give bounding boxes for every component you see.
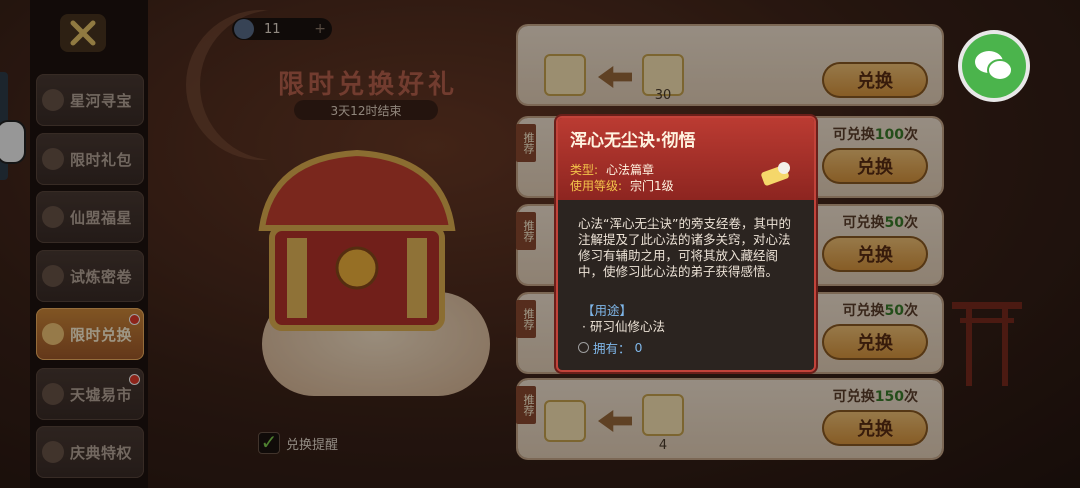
sidebar-item-label: 天墟易市 xyxy=(70,385,133,404)
exchange-remind-toggle[interactable]: ✓ 兑换提醒 xyxy=(258,432,338,454)
currency-counter[interactable]: 11 + xyxy=(232,18,332,40)
notification-dot xyxy=(129,314,140,325)
notification-dot xyxy=(129,374,140,385)
exchange-limit: 可兑换50次 xyxy=(842,215,918,231)
game-screen: 星河寻宝 限时礼包 仙盟福星 试炼密卷 限时兑换 天墟易市 庆典特权 11 + … xyxy=(0,0,1080,488)
event-timer: 3天12时结束 xyxy=(294,100,438,120)
cost-slot[interactable] xyxy=(642,394,684,436)
recommend-tag: 推荐 xyxy=(516,124,536,162)
currency-value: 11 xyxy=(264,21,281,37)
item-description: 心法“浑心无尘诀”的旁支经卷，其中的注解提及了此心法的诸多关窍，对心法修习有辅助… xyxy=(578,216,791,279)
treasure-chest-icon xyxy=(258,149,456,331)
level-label: 使用等级: xyxy=(570,179,623,193)
exchange-button[interactable]: 兑换 xyxy=(822,148,928,184)
wechat-icon xyxy=(975,51,1013,81)
wechat-button[interactable] xyxy=(962,34,1026,98)
sidebar-item-label: 限时礼包 xyxy=(70,150,133,169)
sidebar-item-label: 试炼密卷 xyxy=(70,267,133,286)
exchange-icon xyxy=(42,323,64,345)
level-value: 宗门1级 xyxy=(630,179,674,193)
item-tooltip: 浑心无尘诀·彻悟 类型: 心法篇章 使用等级: 宗门1级 心法“浑心无尘诀”的旁支经… xyxy=(558,118,814,370)
close-button[interactable] xyxy=(60,14,106,52)
scroll-item-icon xyxy=(761,162,790,186)
exchange-button[interactable]: 兑换 xyxy=(822,62,928,98)
floating-avatar-icon[interactable] xyxy=(0,120,26,164)
recommend-tag: 推荐 xyxy=(516,386,536,424)
checkmark-icon[interactable]: ✓ xyxy=(258,432,280,454)
owned-count: 拥有： 0 xyxy=(578,338,642,357)
xinghe-icon xyxy=(42,89,64,111)
sidebar-item-privilege[interactable]: 庆典特权 xyxy=(36,426,144,478)
sidebar-item-exchange[interactable]: 限时兑换 xyxy=(36,308,144,360)
recommend-tag: 推荐 xyxy=(516,300,536,338)
sidebar-item-market[interactable]: 天墟易市 xyxy=(36,368,144,420)
reward-slot[interactable] xyxy=(544,400,586,442)
privilege-icon xyxy=(42,441,64,463)
arrow-left-icon xyxy=(598,410,632,432)
sidebar-item-xinghe[interactable]: 星河寻宝 xyxy=(36,74,144,126)
sidebar-item-shilian[interactable]: 试炼密卷 xyxy=(36,250,144,302)
exchange-limit: 可兑换150次 xyxy=(832,389,918,405)
exchange-row: 30 兑换 xyxy=(518,26,942,104)
item-meta: 类型: 心法篇章 使用等级: 宗门1级 xyxy=(570,162,674,194)
exchange-button[interactable]: 兑换 xyxy=(822,410,928,446)
event-title: 限时兑换好礼 xyxy=(278,70,459,100)
reward-slot[interactable] xyxy=(544,54,586,96)
torii-gate-decoration xyxy=(952,302,1022,386)
cost-count: 30 xyxy=(654,88,672,103)
exchange-limit: 可兑换50次 xyxy=(842,303,918,319)
remind-label: 兑换提醒 xyxy=(286,437,339,453)
market-icon xyxy=(42,383,64,405)
add-currency-icon[interactable]: + xyxy=(314,21,326,37)
owned-label: 拥有： xyxy=(593,341,631,356)
sidebar-item-label: 星河寻宝 xyxy=(70,91,133,110)
exchange-row: 推荐 4 可兑换150次 兑换 xyxy=(516,380,942,458)
item-name: 浑心无尘诀·彻悟 xyxy=(570,131,696,151)
sidebar-item-gift[interactable]: 限时礼包 xyxy=(36,133,144,185)
owned-value: 0 xyxy=(634,340,643,355)
sidebar-item-label: 限时兑换 xyxy=(70,325,133,344)
owned-icon xyxy=(578,342,589,353)
exchange-button[interactable]: 兑换 xyxy=(822,236,928,272)
sidebar-item-label: 庆典特权 xyxy=(70,443,133,462)
sidebar-item-fuxing[interactable]: 仙盟福星 xyxy=(36,191,144,243)
type-label: 类型: xyxy=(570,163,599,177)
recommend-tag: 推荐 xyxy=(516,212,536,250)
usage-item: · 研习仙修心法 xyxy=(582,319,665,334)
exchange-button[interactable]: 兑换 xyxy=(822,324,928,360)
cost-count: 4 xyxy=(658,438,668,453)
type-value: 心法篇章 xyxy=(606,163,655,177)
gift-icon xyxy=(42,148,64,170)
currency-orb-icon xyxy=(234,19,254,39)
scroll-icon xyxy=(42,265,64,287)
arrow-left-icon xyxy=(598,66,632,88)
sidebar-item-label: 仙盟福星 xyxy=(70,208,133,227)
exchange-limit: 可兑换100次 xyxy=(832,127,918,143)
fuxing-icon xyxy=(42,206,64,228)
close-x-icon xyxy=(70,20,96,46)
